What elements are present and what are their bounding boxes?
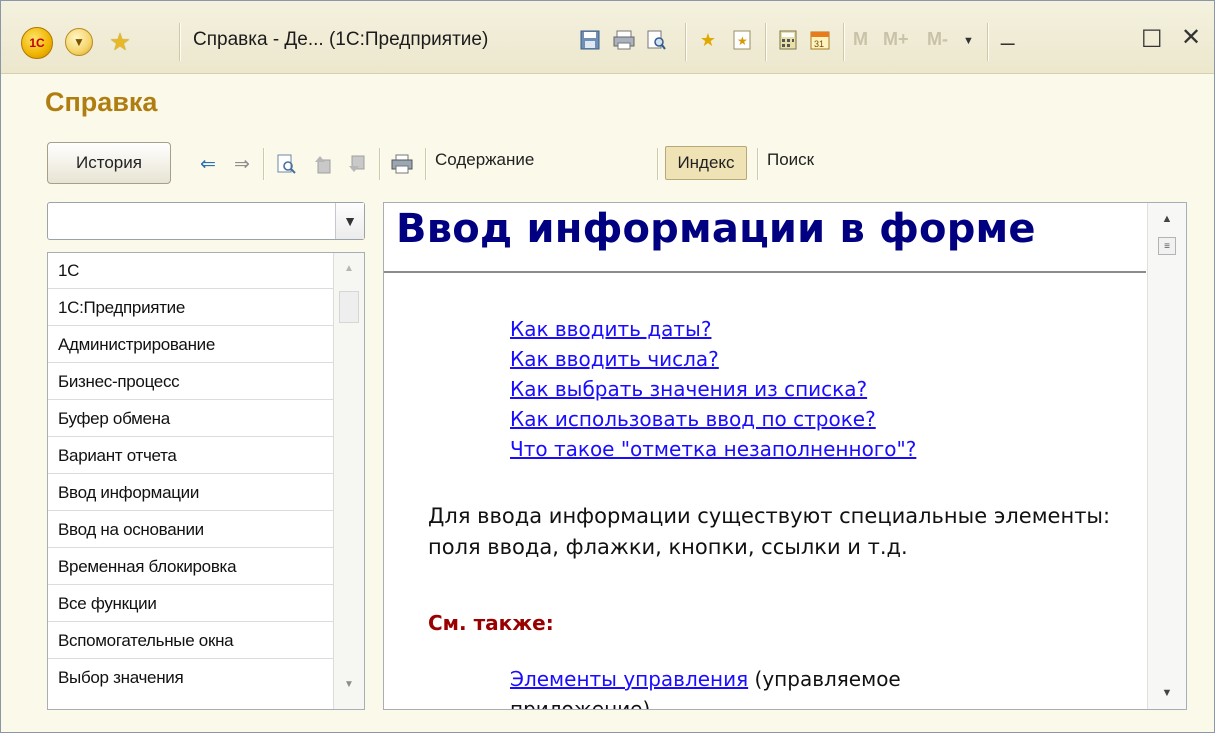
- article-link-line-input[interactable]: Как использовать ввод по строке?: [510, 407, 876, 431]
- list-item[interactable]: 1С:Предприятие: [48, 290, 334, 326]
- previous-topic-icon[interactable]: [309, 151, 335, 177]
- print-topic-icon[interactable]: [389, 151, 415, 177]
- related-link-controls[interactable]: Элементы управления: [510, 667, 748, 691]
- article-link-dates[interactable]: Как вводить даты?: [510, 317, 711, 341]
- favorites-list-icon[interactable]: ★: [731, 29, 753, 51]
- article-link-numbers[interactable]: Как вводить числа?: [510, 347, 719, 371]
- scroll-down-icon[interactable]: ▼: [334, 673, 364, 695]
- memory-store-button[interactable]: M: [853, 29, 868, 50]
- index-tab[interactable]: Индекс: [665, 146, 747, 180]
- scroll-thumb-icon[interactable]: ≡: [1158, 237, 1176, 255]
- back-icon[interactable]: ⇐: [195, 151, 221, 177]
- app-logo-icon[interactable]: 1С: [21, 27, 53, 59]
- article-paragraph: Для ввода информации существуют специаль…: [428, 504, 1111, 559]
- related-item: Элементы управления (управляемое: [510, 667, 901, 691]
- favorites-star-icon[interactable]: ★: [105, 27, 135, 57]
- title-divider: [384, 271, 1146, 273]
- list-item[interactable]: Буфер обмена: [48, 401, 334, 437]
- search-tab[interactable]: Поиск: [767, 150, 814, 170]
- index-list-scrollbar[interactable]: ▲ ▼: [333, 253, 364, 709]
- calendar-icon[interactable]: 31: [809, 29, 831, 51]
- list-item[interactable]: Все функции: [48, 586, 334, 622]
- related-suffix-continued: приложение): [510, 697, 651, 710]
- history-button[interactable]: История: [47, 142, 171, 184]
- window-title: Справка - Де... (1С:Предприятие): [193, 29, 489, 50]
- calculator-icon[interactable]: [777, 29, 799, 51]
- list-item[interactable]: Выбор значения: [48, 660, 334, 696]
- list-item[interactable]: Бизнес-процесс: [48, 364, 334, 400]
- save-icon[interactable]: [579, 29, 601, 51]
- logo-text: 1С: [29, 36, 45, 50]
- svg-text:31: 31: [814, 39, 824, 49]
- memory-subtract-button[interactable]: M-: [927, 29, 948, 50]
- minimize-icon[interactable]: _: [1001, 19, 1014, 47]
- related-suffix: (управляемое: [748, 667, 901, 691]
- article-link-list-choice[interactable]: Как выбрать значения из списка?: [510, 377, 867, 401]
- list-item[interactable]: Ввод на основании: [48, 512, 334, 548]
- print-preview-icon[interactable]: [645, 29, 667, 51]
- add-favorite-icon[interactable]: ★: [697, 29, 719, 51]
- scroll-thumb[interactable]: [339, 291, 359, 323]
- see-also-label: См. также:: [428, 611, 554, 635]
- next-topic-icon[interactable]: [343, 151, 369, 177]
- chevron-down-icon[interactable]: ▼: [335, 203, 364, 239]
- customize-toolbar-icon[interactable]: ▼: [963, 35, 974, 47]
- list-item[interactable]: 1С: [48, 253, 334, 289]
- title-bar: 1С ▼ ★ Справка - Де... (1С:Предприятие) …: [1, 1, 1214, 74]
- scroll-down-icon[interactable]: ▼: [1148, 681, 1186, 705]
- help-content-pane: Ввод информации в форме Как вводить даты…: [383, 202, 1187, 710]
- scroll-up-icon[interactable]: ▲: [334, 257, 364, 279]
- find-in-page-icon[interactable]: [273, 151, 299, 177]
- maximize-icon[interactable]: ☐: [1141, 25, 1163, 54]
- list-item[interactable]: Временная блокировка: [48, 549, 334, 585]
- print-icon[interactable]: [613, 29, 635, 51]
- article-link-unfilled-mark[interactable]: Что такое "отметка незаполненного"?: [510, 437, 916, 461]
- index-list: 1С 1С:Предприятие Администрирование Бизн…: [47, 252, 365, 710]
- list-item[interactable]: Вспомогательные окна: [48, 623, 334, 659]
- index-search-input[interactable]: ▼: [47, 202, 365, 240]
- scroll-up-icon[interactable]: ▲: [1148, 207, 1186, 231]
- contents-tab[interactable]: Содержание: [435, 150, 534, 170]
- svg-text:★: ★: [737, 34, 748, 48]
- list-item[interactable]: Администрирование: [48, 327, 334, 363]
- list-item[interactable]: Ввод информации: [48, 475, 334, 511]
- page-title: Справка: [45, 87, 158, 117]
- help-window: 1С ▼ ★ Справка - Де... (1С:Предприятие) …: [0, 0, 1215, 733]
- list-item[interactable]: Вариант отчета: [48, 438, 334, 474]
- article-title: Ввод информации в форме: [396, 206, 1036, 252]
- main-menu-icon[interactable]: ▼: [65, 28, 93, 56]
- close-icon[interactable]: ✕: [1181, 23, 1201, 52]
- content-scrollbar[interactable]: ▲ ≡ ▼: [1147, 203, 1186, 709]
- forward-icon[interactable]: ⇒: [229, 151, 255, 177]
- memory-add-button[interactable]: M+: [883, 29, 909, 50]
